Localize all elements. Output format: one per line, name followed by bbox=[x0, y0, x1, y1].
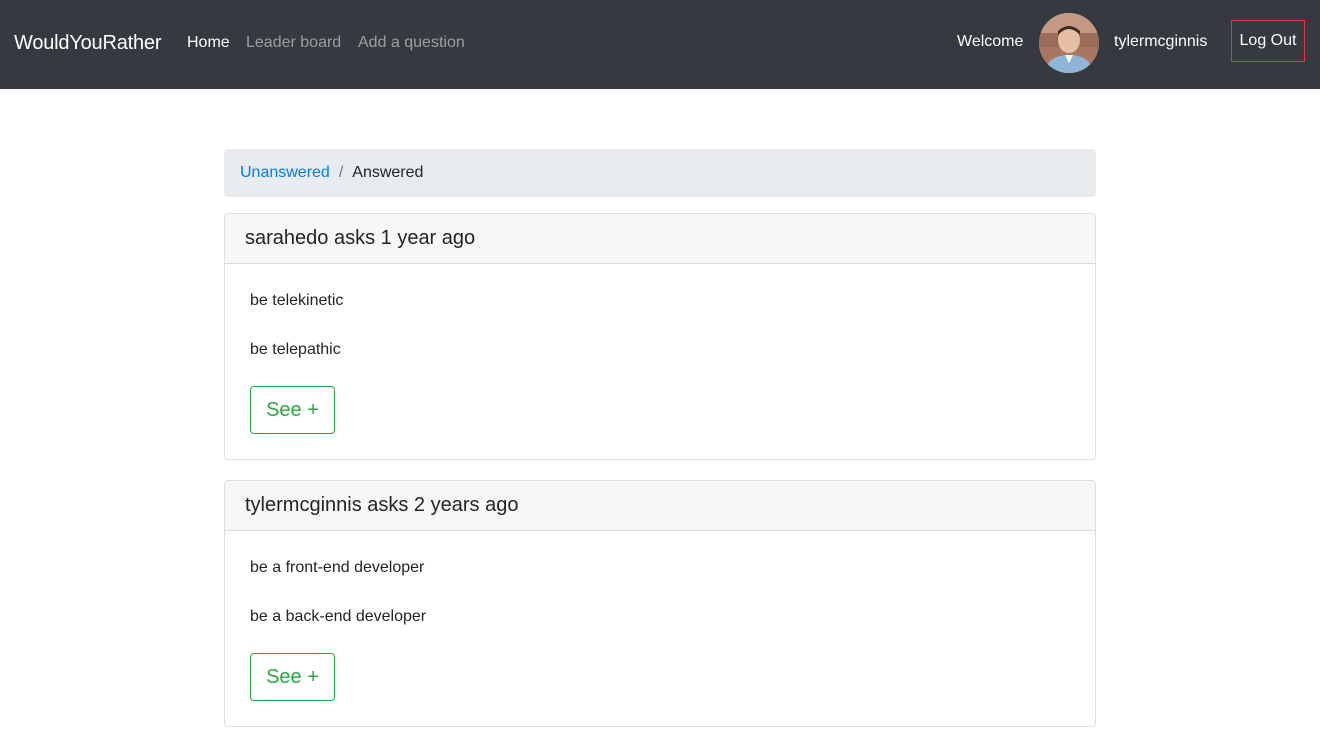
breadcrumb-separator: / bbox=[338, 164, 344, 181]
nav-leaderboard-link[interactable]: Leader board bbox=[246, 32, 341, 54]
breadcrumb-answered-item[interactable]: Answered bbox=[352, 164, 423, 182]
question-card-header: sarahedo asks 1 year ago bbox=[225, 214, 1095, 264]
avatar-image bbox=[1039, 13, 1099, 73]
welcome-text: Welcome bbox=[957, 33, 1024, 50]
nav-home-link[interactable]: Home bbox=[187, 32, 230, 54]
top-navbar: WouldYouRather Home Leader board Add a q… bbox=[0, 0, 1320, 89]
question-card-header: tylermcginnis asks 2 years ago bbox=[225, 481, 1095, 531]
see-question-button[interactable]: See + bbox=[250, 653, 335, 701]
question-option-two: be a back-end developer bbox=[250, 608, 427, 625]
question-card: sarahedo asks 1 year ago be telekinetic … bbox=[224, 213, 1096, 460]
nav-add-question-link[interactable]: Add a question bbox=[358, 32, 465, 54]
question-option-one: be a front-end developer bbox=[250, 559, 425, 576]
question-option-two: be telepathic bbox=[250, 341, 341, 358]
breadcrumb-unanswered-link[interactable]: Unanswered bbox=[240, 164, 330, 182]
username-label: tylermcginnis bbox=[1114, 33, 1208, 50]
breadcrumb: Unanswered / Answered bbox=[224, 149, 1096, 197]
see-question-button[interactable]: See + bbox=[250, 386, 335, 434]
user-avatar bbox=[1039, 13, 1099, 73]
logout-button[interactable]: Log Out bbox=[1231, 20, 1305, 62]
question-card: tylermcginnis asks 2 years ago be a fron… bbox=[224, 480, 1096, 727]
question-option-one: be telekinetic bbox=[250, 292, 344, 309]
brand-logo[interactable]: WouldYouRather bbox=[14, 30, 162, 56]
